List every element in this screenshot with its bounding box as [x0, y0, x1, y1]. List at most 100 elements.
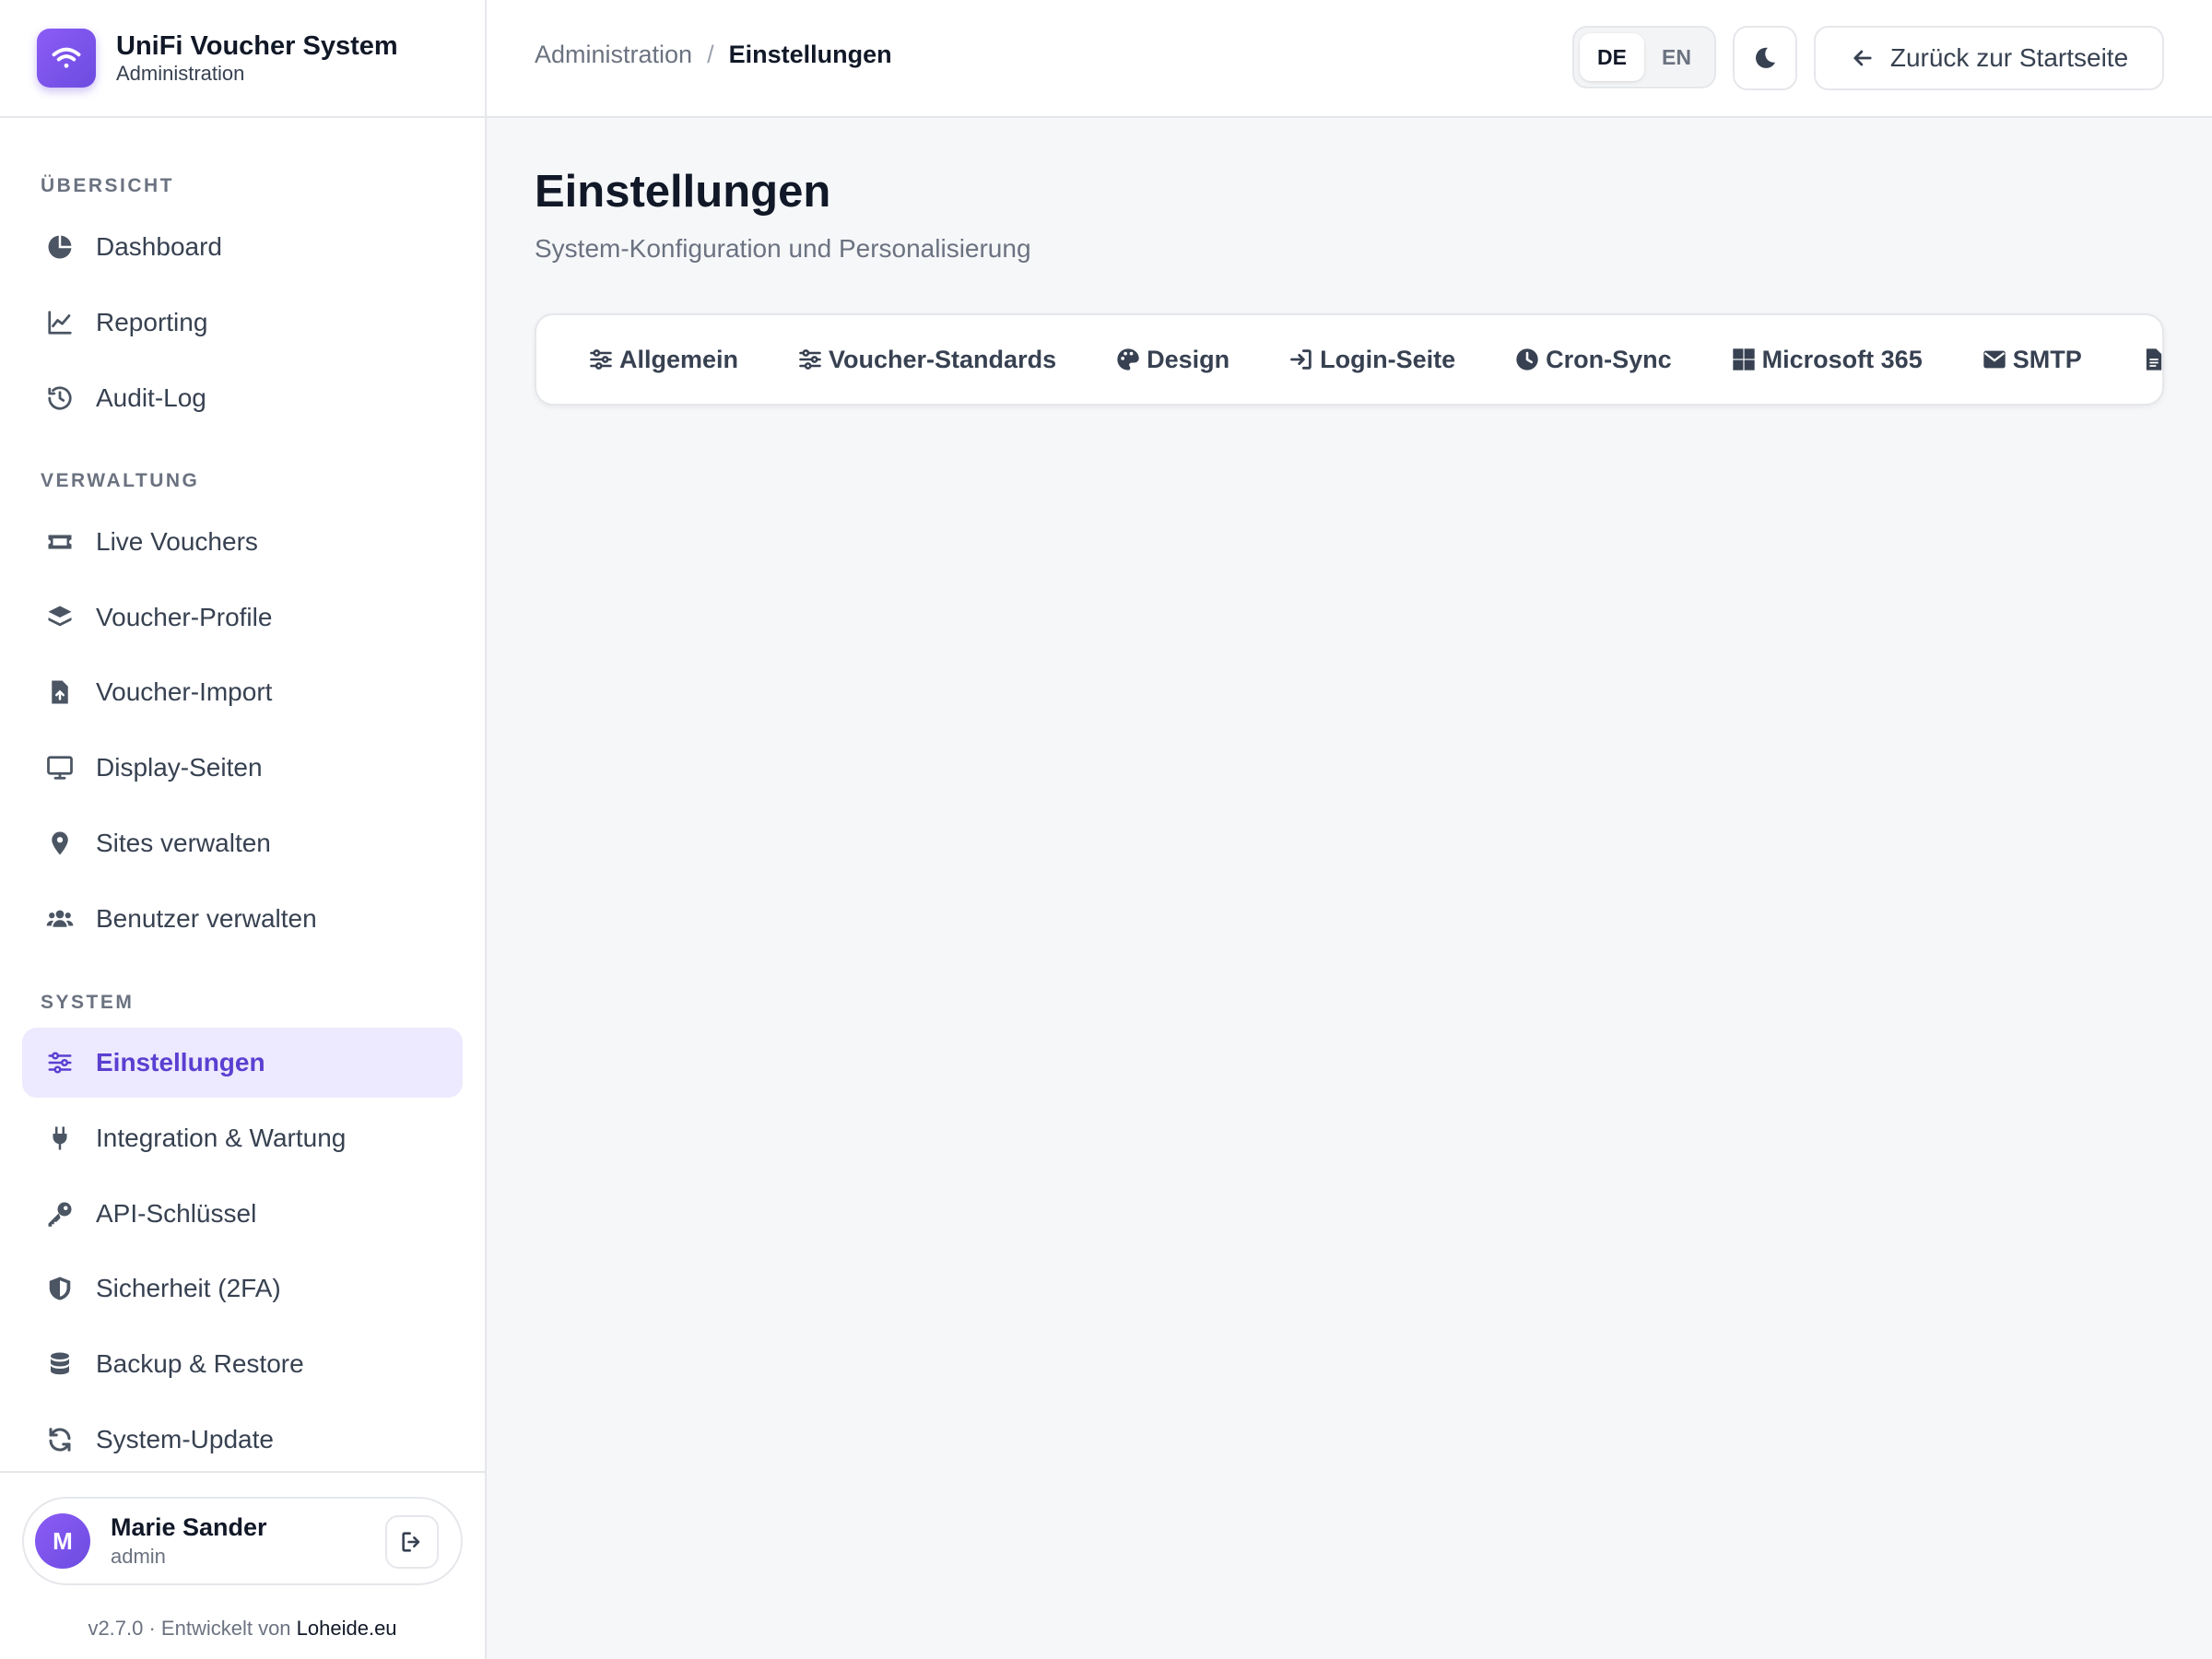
sidebar-item-label: Benutzer verwalten: [96, 904, 317, 933]
sidebar-item-backup-restore[interactable]: Backup & Restore: [22, 1329, 463, 1399]
sidebar-item-integration-wartung[interactable]: Integration & Wartung: [22, 1103, 463, 1173]
layers-icon: [44, 602, 76, 633]
tab-allgemein[interactable]: Allgemein: [588, 346, 738, 374]
sidebar-item-voucher-import[interactable]: Voucher-Import: [22, 657, 463, 727]
history-icon: [44, 382, 76, 414]
sidebar-item-voucher-profile[interactable]: Voucher-Profile: [22, 582, 463, 653]
key-icon: [44, 1198, 76, 1230]
sliders-icon: [44, 1047, 76, 1078]
sidebar-item-live-vouchers[interactable]: Live Vouchers: [22, 507, 463, 577]
user-card[interactable]: M Marie Sander admin: [22, 1497, 463, 1585]
file-icon: [2146, 348, 2161, 371]
tab-label: Cron-Sync: [1546, 345, 1672, 373]
tab-te[interactable]: Te: [2141, 346, 2162, 374]
sidebar-item-label: Integration & Wartung: [96, 1124, 347, 1152]
user-name: Marie Sander: [111, 1513, 267, 1541]
version-text: v2.7.0 · Entwickelt von: [88, 1617, 297, 1640]
pie-chart-icon: [44, 231, 76, 263]
brand-title: UniFi Voucher System: [116, 31, 398, 61]
tab-smtp[interactable]: SMTP: [1982, 346, 2082, 374]
developer-link[interactable]: Loheide.eu: [297, 1617, 397, 1640]
sidebar-item-label: Backup & Restore: [96, 1349, 304, 1378]
sidebar-item-display-seiten[interactable]: Display-Seiten: [22, 733, 463, 803]
clock-icon: [1516, 348, 1538, 371]
logout-button[interactable]: [385, 1515, 439, 1569]
sidebar-item-dashboard[interactable]: Dashboard: [22, 212, 463, 282]
tab-label: Login-Seite: [1320, 345, 1456, 373]
tab-design[interactable]: Design: [1115, 346, 1230, 374]
sidebar-item-sicherheit[interactable]: Sicherheit (2FA): [22, 1253, 463, 1324]
back-to-home-button[interactable]: Zurück zur Startseite: [1814, 26, 2164, 90]
page-subtitle: System-Konfiguration und Personalisierun…: [535, 234, 1031, 263]
sidebar-item-reporting[interactable]: Reporting: [22, 288, 463, 358]
sidebar-item-sites-verwalten[interactable]: Sites verwalten: [22, 808, 463, 878]
theme-toggle-button[interactable]: [1733, 26, 1797, 90]
sliders-icon: [590, 349, 612, 370]
tab-login-seite[interactable]: Login-Seite: [1288, 346, 1455, 374]
breadcrumb: Administration / Einstellungen: [535, 41, 892, 69]
lang-en-button[interactable]: EN: [1644, 33, 1709, 81]
sidebar-item-system-update[interactable]: System-Update: [22, 1405, 463, 1475]
section-label-system: SYSTEM: [41, 992, 135, 1013]
user-area: M Marie Sander admin v2.7.0 · Entwickelt…: [0, 1471, 485, 1659]
tab-cron-sync[interactable]: Cron-Sync: [1514, 346, 1672, 374]
palette-icon: [1117, 348, 1139, 371]
sidebar-item-label: API-Schlüssel: [96, 1199, 257, 1228]
moon-icon: [1756, 47, 1776, 68]
user-role: admin: [111, 1545, 166, 1568]
sidebar-item-label: Voucher-Profile: [96, 603, 273, 631]
tab-label: Design: [1147, 345, 1230, 373]
database-icon: [44, 1348, 76, 1380]
refresh-icon: [44, 1424, 76, 1455]
map-pin-icon: [44, 828, 76, 859]
section-label-verwaltung: VERWALTUNG: [41, 470, 200, 491]
avatar: M: [35, 1513, 90, 1569]
version-info: v2.7.0 · Entwickelt von Loheide.eu: [0, 1617, 485, 1641]
back-to-home-label: Zurück zur Startseite: [1889, 43, 2129, 72]
logout-icon: [402, 1532, 420, 1552]
page-title: Einstellungen: [535, 167, 831, 217]
sidebar-item-api-schluessel[interactable]: API-Schlüssel: [22, 1179, 463, 1249]
plug-icon: [44, 1123, 76, 1154]
monitor-icon: [44, 752, 76, 783]
users-icon: [44, 903, 76, 935]
section-label-uebersicht: ÜBERSICHT: [41, 175, 175, 196]
sidebar-item-label: Dashboard: [96, 232, 222, 261]
top-bar: Administration / Einstellungen DE EN Zur…: [487, 0, 2212, 118]
sidebar-item-label: System-Update: [96, 1425, 274, 1453]
wifi-icon: [37, 29, 96, 88]
settings-tabs: Allgemein Voucher-Standards Design Login…: [535, 313, 2164, 406]
sliders-icon: [799, 349, 821, 370]
tab-voucher-standards[interactable]: Voucher-Standards: [797, 346, 1056, 374]
sidebar-item-label: Display-Seiten: [96, 753, 263, 782]
ticket-icon: [44, 526, 76, 558]
sidebar-item-label: Sites verwalten: [96, 829, 271, 857]
tab-microsoft-365[interactable]: Microsoft 365: [1731, 346, 1923, 374]
sidebar-item-benutzer-verwalten[interactable]: Benutzer verwalten: [22, 884, 463, 954]
tab-label: Voucher-Standards: [829, 345, 1057, 373]
breadcrumb-parent[interactable]: Administration: [535, 41, 692, 69]
sidebar-item-einstellungen[interactable]: Einstellungen: [22, 1028, 463, 1098]
sidebar-item-label: Voucher-Import: [96, 677, 273, 706]
sidebar-item-label: Audit-Log: [96, 383, 206, 412]
shield-icon: [44, 1273, 76, 1304]
sidebar: UniFi Voucher System Administration ÜBER…: [0, 0, 487, 1659]
sidebar-item-label: Reporting: [96, 308, 208, 336]
sidebar-item-label: Sicherheit (2FA): [96, 1274, 281, 1302]
lang-de-button[interactable]: DE: [1580, 33, 1644, 81]
line-chart-icon: [44, 307, 76, 338]
tab-label: Allgemein: [619, 345, 739, 373]
breadcrumb-current: Einstellungen: [728, 41, 892, 68]
language-switch: DE EN: [1572, 26, 1716, 88]
brand-subtitle: Administration: [116, 62, 245, 85]
sign-in-icon: [1290, 349, 1312, 370]
arrow-left-icon: [1853, 50, 1872, 66]
breadcrumb-separator: /: [707, 41, 714, 68]
brand[interactable]: UniFi Voucher System Administration: [0, 0, 485, 118]
windows-icon: [1732, 348, 1755, 371]
sidebar-item-audit-log[interactable]: Audit-Log: [22, 363, 463, 433]
sidebar-item-label: Live Vouchers: [96, 527, 258, 556]
file-upload-icon: [44, 677, 76, 708]
tab-label: Microsoft 365: [1761, 345, 1923, 373]
envelope-icon: [1983, 350, 2006, 369]
